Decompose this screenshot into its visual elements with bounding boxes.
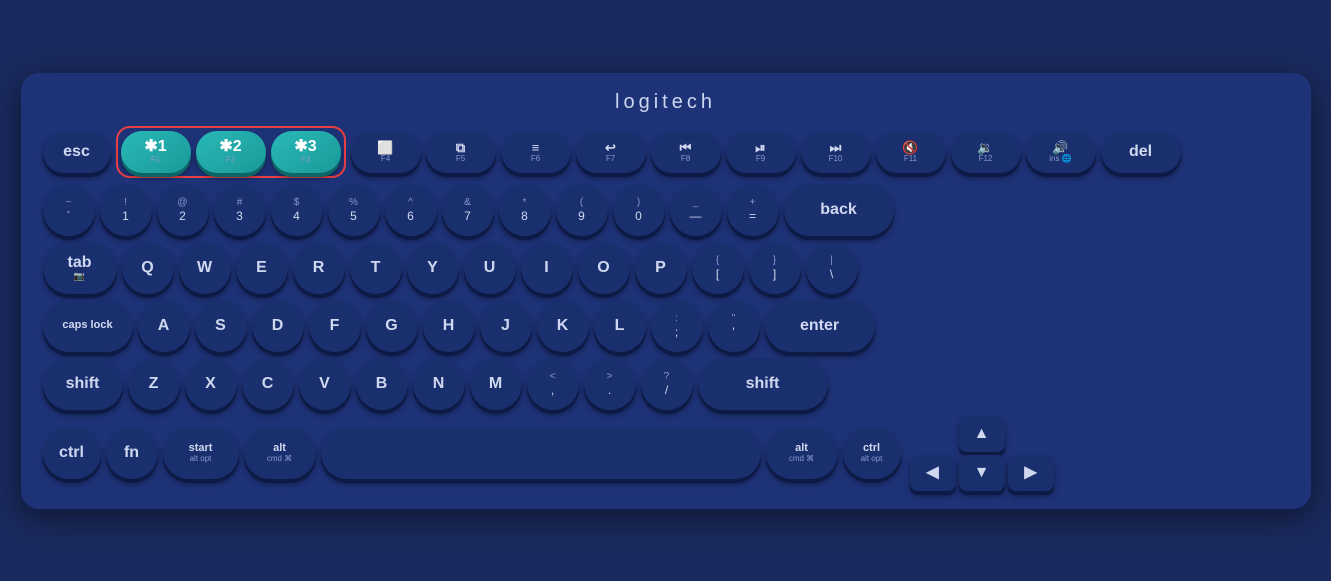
key-tab[interactable]: tab 📷 (43, 242, 117, 294)
key-back[interactable]: back (784, 184, 894, 236)
key-ctrl-left[interactable]: ctrl (43, 427, 101, 479)
key-7[interactable]: & 7 (442, 184, 494, 236)
key-r[interactable]: R (293, 242, 345, 294)
keyboard: logitech esc ✱1 F1 ✱2 F2 ✱3 F3 (21, 73, 1311, 509)
arrow-lr-row: ◀ ▼ ▶ (910, 455, 1054, 491)
asdf-row: caps lock A S D F G H J K L : ; " ' (43, 300, 1289, 352)
key-period[interactable]: > . (584, 358, 636, 410)
key-caps-lock[interactable]: caps lock (43, 300, 133, 352)
key-f11[interactable]: 🔇 F11 (876, 131, 946, 173)
key-space[interactable] (321, 427, 761, 479)
key-backslash[interactable]: | \ (806, 242, 858, 294)
key-h[interactable]: H (423, 300, 475, 352)
key-6[interactable]: ^ 6 (385, 184, 437, 236)
key-q[interactable]: Q (122, 242, 174, 294)
key-k[interactable]: K (537, 300, 589, 352)
key-m[interactable]: M (470, 358, 522, 410)
key-shift-right[interactable]: shift (698, 358, 828, 410)
fn-row: esc ✱1 F1 ✱2 F2 ✱3 F3 ⬜ F4 (43, 126, 1289, 178)
key-minus[interactable]: _ — (670, 184, 722, 236)
key-f10[interactable]: ⏭ F10 (801, 131, 871, 173)
key-arrow-left[interactable]: ◀ (910, 455, 956, 491)
bt-group: ✱1 F1 ✱2 F2 ✱3 F3 (116, 126, 346, 178)
key-e[interactable]: E (236, 242, 288, 294)
key-alt-left[interactable]: alt cmd ⌘ (244, 427, 316, 479)
key-i[interactable]: I (521, 242, 573, 294)
arrow-up-row: ▲ (910, 416, 1054, 452)
key-enter[interactable]: enter (765, 300, 875, 352)
key-z[interactable]: Z (128, 358, 180, 410)
key-0[interactable]: ) 0 (613, 184, 665, 236)
key-x[interactable]: X (185, 358, 237, 410)
key-v[interactable]: V (299, 358, 351, 410)
key-f4[interactable]: ⬜ F4 (351, 131, 421, 173)
key-alt-right[interactable]: alt cmd ⌘ (766, 427, 838, 479)
key-f[interactable]: F (309, 300, 361, 352)
key-slash[interactable]: ? / (641, 358, 693, 410)
key-f6[interactable]: ≡ F6 (501, 131, 571, 173)
key-d[interactable]: D (252, 300, 304, 352)
key-y[interactable]: Y (407, 242, 459, 294)
key-p[interactable]: P (635, 242, 687, 294)
key-comma[interactable]: < , (527, 358, 579, 410)
key-fn[interactable]: fn (106, 427, 158, 479)
key-arrow-down[interactable]: ▼ (959, 455, 1005, 491)
key-l[interactable]: L (594, 300, 646, 352)
key-s[interactable]: S (195, 300, 247, 352)
zxcv-row: shift Z X C V B N M < , > . (43, 358, 1289, 410)
arrow-cluster: ▲ ◀ ▼ ▶ (910, 416, 1054, 491)
key-c[interactable]: C (242, 358, 294, 410)
key-j[interactable]: J (480, 300, 532, 352)
key-f12[interactable]: 🔉 F12 (951, 131, 1021, 173)
key-a[interactable]: A (138, 300, 190, 352)
key-arrow-right[interactable]: ▶ (1008, 455, 1054, 491)
key-start[interactable]: start alt opt (163, 427, 239, 479)
key-8[interactable]: * 8 (499, 184, 551, 236)
qwerty-row: tab 📷 Q W E R T Y U I O P { [ } ] (43, 242, 1289, 294)
key-esc[interactable]: esc (43, 131, 111, 173)
key-w[interactable]: W (179, 242, 231, 294)
key-bt3[interactable]: ✱3 F3 (271, 131, 341, 173)
key-f5[interactable]: ⧉ F5 (426, 131, 496, 173)
key-3[interactable]: # 3 (214, 184, 266, 236)
key-lbracket[interactable]: { [ (692, 242, 744, 294)
key-n[interactable]: N (413, 358, 465, 410)
key-f7[interactable]: ↩ F7 (576, 131, 646, 173)
key-t[interactable]: T (350, 242, 402, 294)
brand-logo: logitech (43, 91, 1289, 114)
key-bt1[interactable]: ✱1 F1 (121, 131, 191, 173)
key-bt2[interactable]: ✱2 F2 (196, 131, 266, 173)
key-ctrl-right[interactable]: ctrl alt opt (843, 427, 901, 479)
num-row: ~ ` ! 1 @ 2 # 3 (43, 184, 1289, 236)
key-equals[interactable]: + = (727, 184, 779, 236)
key-o[interactable]: O (578, 242, 630, 294)
key-g[interactable]: G (366, 300, 418, 352)
keyboard-rows: esc ✱1 F1 ✱2 F2 ✱3 F3 ⬜ F4 (43, 126, 1289, 491)
key-9[interactable]: ( 9 (556, 184, 608, 236)
key-f9[interactable]: ⏯ F9 (726, 131, 796, 173)
key-2[interactable]: @ 2 (157, 184, 209, 236)
key-vol-up[interactable]: 🔊 ins 🌐 (1026, 131, 1096, 173)
key-shift-left[interactable]: shift (43, 358, 123, 410)
key-f8[interactable]: ⏮ F8 (651, 131, 721, 173)
bottom-row: ctrl fn start alt opt alt cmd ⌘ alt cmd … (43, 416, 1289, 491)
key-backtick[interactable]: ~ ` (43, 184, 95, 236)
key-4[interactable]: $ 4 (271, 184, 323, 236)
key-rbracket[interactable]: } ] (749, 242, 801, 294)
key-1[interactable]: ! 1 (100, 184, 152, 236)
key-arrow-up[interactable]: ▲ (959, 416, 1005, 452)
key-5[interactable]: % 5 (328, 184, 380, 236)
key-del[interactable]: del (1101, 131, 1181, 173)
key-b[interactable]: B (356, 358, 408, 410)
key-u[interactable]: U (464, 242, 516, 294)
key-quote[interactable]: " ' (708, 300, 760, 352)
key-semicolon[interactable]: : ; (651, 300, 703, 352)
